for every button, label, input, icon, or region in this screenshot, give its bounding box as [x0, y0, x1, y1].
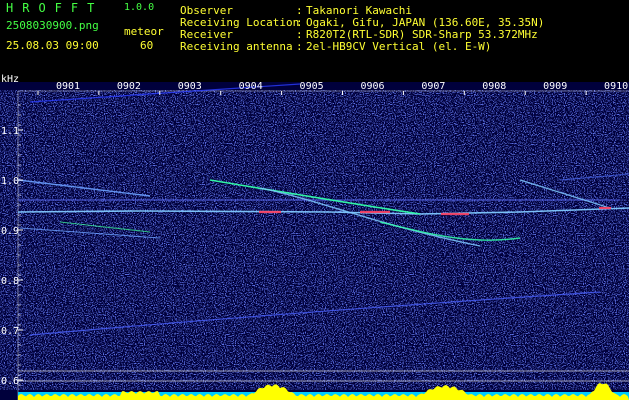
antenna-sep: : [296, 40, 303, 53]
file-name: 2508030900.png [6, 19, 99, 32]
freq-tick-label: 0.7 [1, 326, 19, 337]
antenna-value: 2el-HB9CV Vertical (el. E-W) [306, 40, 492, 53]
time-tick-label: 0904 [239, 82, 263, 92]
time-tick-label: 0902 [117, 82, 141, 92]
antenna-label: Receiving antenna [180, 40, 293, 53]
time-tick-label: 0905 [300, 82, 324, 92]
time-tick-label: 0906 [360, 82, 384, 92]
time-tick-label: 0901 [56, 82, 80, 92]
freq-tick-label: 1.1 [1, 126, 19, 137]
freq-tick-label: 0.9 [1, 226, 19, 237]
meteor-count: 60 [140, 39, 154, 52]
app-version: 1.0.0 [124, 2, 155, 13]
header: HROFFT 1.0.0 2508030900.png 25.08.03 09:… [0, 0, 629, 85]
time-tick-label: 0903 [178, 82, 202, 92]
time-tick-label: 0909 [543, 82, 567, 92]
freq-tick-label: 1.0 [1, 176, 19, 187]
time-tick-label: 0908 [482, 82, 506, 92]
spectrogram-noise [0, 90, 629, 390]
app-name: HROFFT [6, 1, 104, 15]
file-datetime: 25.08.03 09:00 [6, 39, 99, 52]
meteor-label: meteor [124, 25, 164, 38]
freq-tick-label: 0.8 [1, 276, 19, 287]
freq-tick-label: 0.6 [1, 376, 19, 387]
spectrogram: 0901 0902 0903 0904 0905 0906 0907 0908 0909 0910… [0, 82, 629, 400]
time-tick-label: 0907 [421, 82, 445, 92]
time-tick-label: 0910 [604, 82, 628, 92]
